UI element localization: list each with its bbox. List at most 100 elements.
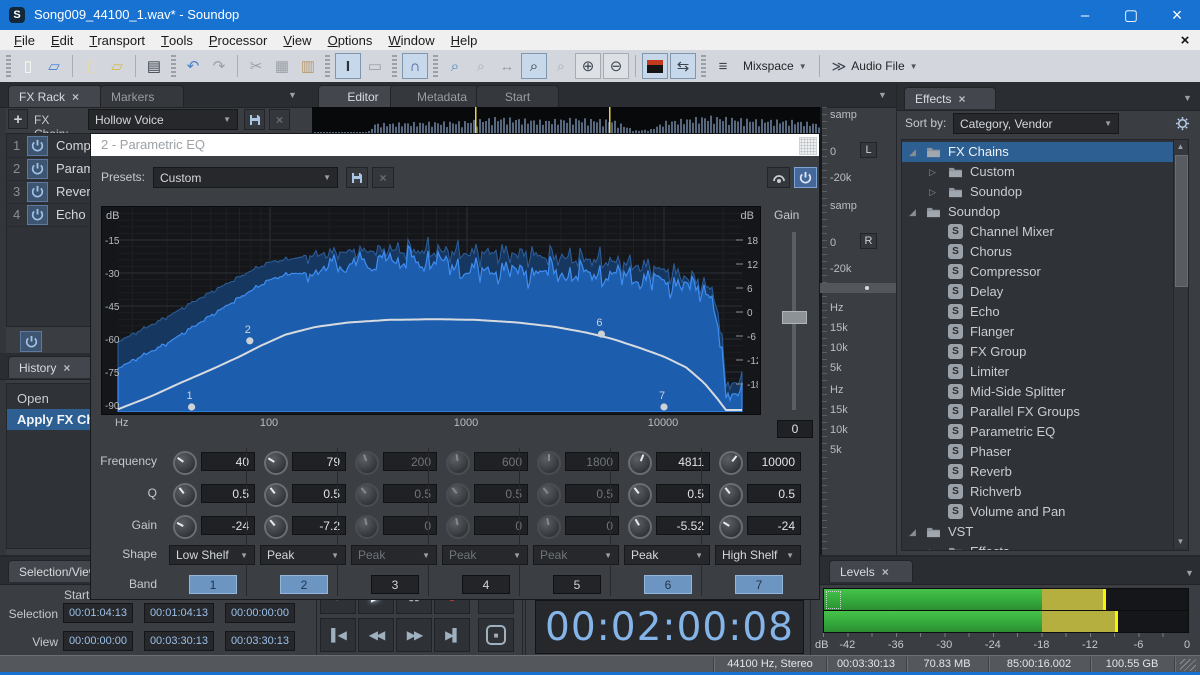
output-gain-value[interactable]: 0	[777, 420, 813, 438]
tab-history[interactable]: History×	[8, 356, 96, 378]
cut-icon[interactable]: ✂	[244, 54, 268, 78]
tab-markers[interactable]: Markers	[100, 85, 184, 107]
open-file-icon[interactable]: ▱	[42, 54, 66, 78]
scroll-thumb[interactable]	[1175, 155, 1188, 287]
tree-item-chorus[interactable]: SChorus	[902, 242, 1186, 262]
band6-enable-button[interactable]: 6	[644, 575, 692, 594]
tab-start[interactable]: Start	[476, 85, 559, 107]
undo-icon[interactable]: ↶	[181, 54, 205, 78]
expander-closed-icon[interactable]: ▷	[929, 187, 936, 198]
zoom-in-icon[interactable]: ⊕	[575, 53, 601, 79]
eq-point-1[interactable]	[188, 403, 195, 410]
go-to-end-button[interactable]: ▶▌	[434, 618, 470, 652]
dialog-title-bar[interactable]: 2 - Parametric EQ	[91, 134, 819, 156]
paste-icon[interactable]: ▥	[296, 54, 320, 78]
fx-chain-dropdown[interactable]: Hollow Voice▼	[88, 109, 238, 130]
tree-item-soundop[interactable]: ▷Soundop	[902, 182, 1186, 202]
menu-view[interactable]: View	[275, 30, 319, 50]
menu-window[interactable]: Window	[380, 30, 442, 50]
eq-point-2[interactable]	[246, 337, 253, 344]
selection-time-field[interactable]: 00:01:04:13	[63, 603, 133, 623]
dialog-corner-icon[interactable]	[799, 137, 817, 155]
audio-file-dropdown[interactable]: ≫Audio File▼	[826, 58, 924, 75]
band4-shape-dropdown[interactable]: Peak▼	[442, 545, 528, 565]
zoom-tool-icon[interactable]: ⌕	[521, 53, 547, 79]
stop-button[interactable]: ■	[478, 618, 514, 652]
tree-item-reverb[interactable]: SReverb	[902, 462, 1186, 482]
band7-frequency-knob[interactable]	[719, 451, 743, 475]
menu-file[interactable]: File	[6, 30, 43, 50]
band3-shape-dropdown[interactable]: Peak▼	[351, 545, 437, 565]
delete-preset-button[interactable]: ×	[372, 167, 394, 188]
band6-q-knob[interactable]	[628, 483, 652, 507]
band7-q-value[interactable]: 0.5	[747, 484, 801, 503]
effect-power-button[interactable]	[794, 167, 817, 188]
band1-gain-knob[interactable]	[173, 515, 197, 539]
view-time-field[interactable]: 00:03:30:13	[225, 631, 295, 651]
tree-item-limiter[interactable]: SLimiter	[902, 362, 1186, 382]
tree-item-compressor[interactable]: SCompressor	[902, 262, 1186, 282]
zoom-in-selection-icon[interactable]: ⌕	[443, 54, 467, 78]
time-selection-tool-icon[interactable]: I	[335, 53, 361, 79]
panel-menu-icon[interactable]: ▼	[1183, 93, 1195, 103]
tree-item-volume-and-pan[interactable]: SVolume and Pan	[902, 502, 1186, 522]
tree-item-echo[interactable]: SEcho	[902, 302, 1186, 322]
tree-item-soundop[interactable]: ◢Soundop	[902, 202, 1186, 222]
tree-item-parallel-fx-groups[interactable]: SParallel FX Groups	[902, 402, 1186, 422]
tree-item-fx-chains[interactable]: ◢FX Chains	[902, 142, 1186, 162]
band3-q-knob[interactable]	[355, 483, 379, 507]
save-preset-button[interactable]	[346, 167, 368, 188]
zoom-reset-icon[interactable]: ⌕	[549, 54, 573, 78]
redo-icon[interactable]: ↷	[207, 54, 231, 78]
menu-tools[interactable]: Tools	[153, 30, 201, 50]
minimize-button[interactable]: –	[1062, 0, 1108, 30]
band7-gain-value[interactable]: -24	[747, 516, 801, 535]
view-time-field[interactable]: 00:00:00:00	[63, 631, 133, 651]
scroll-down-icon[interactable]: ▼	[1174, 535, 1187, 548]
close-icon[interactable]: ×	[63, 362, 70, 374]
selection-time-field[interactable]: 00:01:04:13	[144, 603, 214, 623]
mixspace-icon[interactable]: ≡	[711, 54, 735, 78]
tree-item-vst[interactable]: ◢VST	[902, 522, 1186, 542]
settings-gear-button[interactable]	[1171, 112, 1193, 134]
eq-graph[interactable]: 1267dBdB-15-30-45-60-75-90181260-6-12-18	[101, 206, 761, 415]
panel-menu-icon[interactable]: ▼	[288, 90, 300, 100]
output-gain-handle[interactable]	[782, 311, 807, 324]
band4-frequency-knob[interactable]	[446, 451, 470, 475]
save-chain-button[interactable]	[244, 109, 265, 130]
title-bar[interactable]: SSong009_44100_1.wav* - Soundop–▢×	[0, 0, 1200, 30]
wave-spectral-splitter[interactable]	[820, 283, 896, 293]
zoom-out-icon[interactable]: ⊖	[603, 53, 629, 79]
rewind-button[interactable]: ◀◀	[358, 618, 394, 652]
maximize-button[interactable]: ▢	[1108, 0, 1154, 30]
band3-frequency-knob[interactable]	[355, 451, 379, 475]
band1-frequency-knob[interactable]	[173, 451, 197, 475]
tree-scrollbar[interactable]: ▲▼	[1173, 140, 1187, 548]
power-icon[interactable]	[27, 205, 48, 225]
tree-item-delay[interactable]: SDelay	[902, 282, 1186, 302]
power-icon[interactable]	[27, 159, 48, 179]
menu-help[interactable]: Help	[443, 30, 486, 50]
new-file-icon[interactable]: ▯	[16, 54, 40, 78]
menu-edit[interactable]: Edit	[43, 30, 81, 50]
power-icon[interactable]	[27, 182, 48, 202]
power-icon[interactable]	[27, 136, 48, 156]
range-selection-tool-icon[interactable]: ▭	[363, 54, 387, 78]
tree-item-channel-mixer[interactable]: SChannel Mixer	[902, 222, 1186, 242]
resize-grip-icon[interactable]	[1180, 659, 1196, 671]
expander-open-icon[interactable]: ◢	[909, 527, 916, 538]
band5-enable-button[interactable]: 5	[553, 575, 601, 594]
time-display[interactable]: 00:02:00:08	[535, 600, 804, 654]
open-session-icon[interactable]: ▱	[105, 54, 129, 78]
band7-enable-button[interactable]: 7	[735, 575, 783, 594]
band4-q-knob[interactable]	[446, 483, 470, 507]
expander-open-icon[interactable]: ◢	[909, 147, 916, 158]
expander-closed-icon[interactable]: ▷	[929, 547, 936, 552]
tree-item-effects[interactable]: ▷Effects	[902, 542, 1186, 551]
band2-q-knob[interactable]	[264, 483, 288, 507]
band2-gain-knob[interactable]	[264, 515, 288, 539]
tree-item-richverb[interactable]: SRichverb	[902, 482, 1186, 502]
eq-point-7[interactable]	[660, 403, 667, 410]
menu-transport[interactable]: Transport	[81, 30, 153, 50]
fast-forward-button[interactable]: ▶▶	[396, 618, 432, 652]
